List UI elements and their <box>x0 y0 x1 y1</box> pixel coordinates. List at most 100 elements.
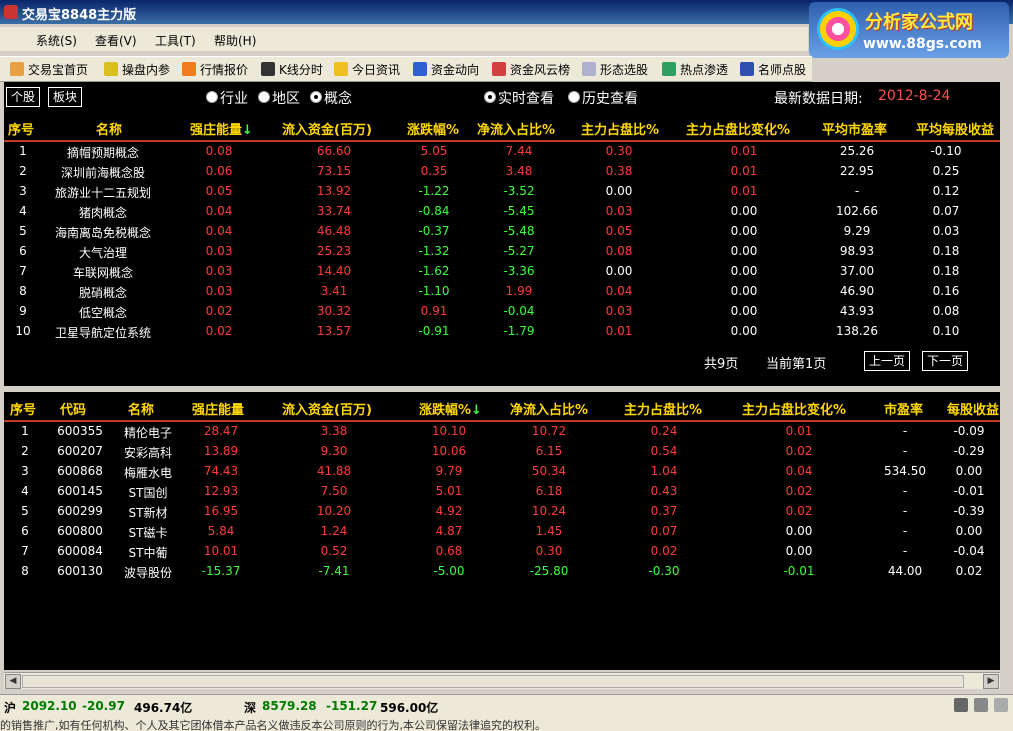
radio-realtime[interactable]: 实时查看 <box>484 88 554 108</box>
menu-view[interactable]: 查看(V) <box>95 32 137 49</box>
menu-tools[interactable]: 工具(T) <box>155 32 196 49</box>
radio-history[interactable]: 历史查看 <box>568 88 638 108</box>
arrows-icon[interactable] <box>994 698 1008 712</box>
table-row[interactable]: 6 600800 ST磁卡 5.84 1.24 4.87 1.45 0.07 0.00 - 0.00 <box>4 522 1000 542</box>
tb-hotspot[interactable]: 热点渗透 <box>662 61 728 79</box>
table-row[interactable]: 2 600207 安彩高科 13.89 9.30 10.06 6.15 0.54 0.02 - -0… <box>4 442 1000 462</box>
radio-industry[interactable]: 行业 <box>206 88 248 108</box>
tb-home-label: 交易宝首页 <box>28 63 89 77</box>
next-page-button[interactable]: 下一页 <box>922 351 969 371</box>
ticker-text: 的销售推广,如有任何机构、个人及其它团体借本产品名义做违反本公司原则的行为,本公… <box>0 719 546 731</box>
col-seq[interactable]: 序号 <box>8 119 34 138</box>
col-eps[interactable]: 每股收益 <box>947 399 999 418</box>
table-row[interactable]: 3 600868 梅雁水电 74.43 41.88 9.79 50.34 1.04 0.04 53… <box>4 462 1000 482</box>
col-avg-eps[interactable]: 平均每股收益 <box>916 119 994 138</box>
table-cell: 0.52 <box>320 544 348 558</box>
table-cell: 13.89 <box>203 444 239 458</box>
table-cell: 0.00 <box>730 264 758 278</box>
table-cell: 33.74 <box>316 204 352 218</box>
col-inflow[interactable]: 流入资金(百万) <box>282 399 372 418</box>
col-seq[interactable]: 序号 <box>10 399 36 418</box>
table-cell: 10.10 <box>431 424 467 438</box>
tb-news-label: 今日资讯 <box>352 63 401 77</box>
col-inflow[interactable]: 流入资金(百万) <box>282 119 372 138</box>
menu-help[interactable]: 帮助(H) <box>214 32 256 49</box>
tb-news[interactable]: 今日资讯 <box>334 61 400 79</box>
table-cell: 50.34 <box>531 464 567 478</box>
radio-history-label: 历史查看 <box>582 91 638 107</box>
table-row[interactable]: 10 卫星导航定位系统 0.02 13.57 -0.91 -1.79 0.01 0.00 138… <box>4 322 1000 342</box>
col-energy[interactable]: 强庄能量↓ <box>190 119 253 138</box>
table-cell: -5.27 <box>503 244 535 258</box>
table-cell: 大气治理 <box>78 246 127 260</box>
table-cell: 30.32 <box>316 304 352 318</box>
radio-concept[interactable]: 概念 <box>310 88 352 108</box>
table-row[interactable]: 6 大气治理 0.03 25.23 -1.32 -5.27 0.08 0.00 98.93 0.1… <box>4 242 1000 262</box>
horizontal-scrollbar[interactable]: ◀ ▶ <box>4 672 1000 689</box>
table-row[interactable]: 1 600355 精伦电子 28.47 3.38 10.10 10.72 0.24 0.01 - -… <box>4 422 1000 442</box>
table-cell: 600868 <box>57 464 103 478</box>
col-name[interactable]: 名称 <box>96 119 122 138</box>
table-row[interactable]: 4 600145 ST国创 12.93 7.50 5.01 6.18 0.43 0.02 - -0.… <box>4 482 1000 502</box>
table-cell: 0.43 <box>650 484 678 498</box>
table-row[interactable]: 5 600299 ST新材 16.95 10.20 4.92 10.24 0.37 0.02 - -… <box>4 502 1000 522</box>
col-code[interactable]: 代码 <box>60 399 86 418</box>
tb-quotes[interactable]: 行情报价 <box>182 61 248 79</box>
table-cell: -0.37 <box>418 224 450 238</box>
table-cell: 74.43 <box>203 464 239 478</box>
col-change[interactable]: 涨跌幅%↓ <box>419 399 482 418</box>
scroll-right-icon[interactable]: ▶ <box>983 674 999 689</box>
radio-region[interactable]: 地区 <box>258 88 300 108</box>
tb-insider[interactable]: 操盘内参 <box>104 61 170 79</box>
sz-index: 8579.28 <box>262 699 317 713</box>
table-cell: 0.00 <box>785 544 813 558</box>
scroll-thumb[interactable] <box>22 675 964 688</box>
table-cell: 5.05 <box>420 144 448 158</box>
table-cell: ST中葡 <box>128 546 168 560</box>
table-cell: 0.00 <box>730 204 758 218</box>
table-row[interactable]: 7 600084 ST中葡 10.01 0.52 0.68 0.30 0.02 0.00 - -0.… <box>4 542 1000 562</box>
table-row[interactable]: 4 猪肉概念 0.04 33.74 -0.84 -5.45 0.03 0.00 102.66 0.… <box>4 202 1000 222</box>
col-net-ratio[interactable]: 净流入占比% <box>477 119 555 138</box>
col-main-ratio[interactable]: 主力占盘比% <box>581 119 659 138</box>
table-cell: 13.92 <box>316 184 352 198</box>
tb-kline[interactable]: K线分时 <box>261 61 323 79</box>
radio-region-label: 地区 <box>272 91 300 107</box>
tb-pattern[interactable]: 形态选股 <box>582 61 648 79</box>
stock-button[interactable]: 个股 <box>6 87 41 107</box>
table-row[interactable]: 7 车联网概念 0.03 14.40 -1.62 -3.36 0.00 0.00 37.00 0.… <box>4 262 1000 282</box>
tb-home[interactable]: 交易宝首页 <box>10 61 88 79</box>
tb-fund-rank[interactable]: 资金风云榜 <box>492 61 570 79</box>
col-main-ratio-change[interactable]: 主力占盘比变化% <box>742 399 846 418</box>
table-row[interactable]: 1 摘帽预期概念 0.08 66.60 5.05 7.44 0.30 0.01 25.26 -0.… <box>4 142 1000 162</box>
col-net-ratio[interactable]: 净流入占比% <box>510 399 588 418</box>
table-cell: 0.02 <box>650 544 678 558</box>
col-pe[interactable]: 市盈率 <box>884 399 923 418</box>
col-change[interactable]: 涨跌幅% <box>407 119 459 138</box>
table-cell: 25.23 <box>316 244 352 258</box>
settings-icon[interactable] <box>974 698 988 712</box>
tb-fund-flow[interactable]: 资金动向 <box>413 61 479 79</box>
col-main-ratio-change[interactable]: 主力占盘比变化% <box>686 119 790 138</box>
network-icon[interactable] <box>954 698 968 712</box>
table-cell: - <box>902 504 908 518</box>
table-cell: 旅游业十二五规划 <box>54 186 151 200</box>
table-row[interactable]: 8 600130 波导股份 -15.37 -7.41 -5.00 -25.80 -0.30 -0… <box>4 562 1000 582</box>
table-row[interactable]: 2 深圳前海概念股 0.06 73.15 0.35 3.48 0.38 0.01 22.95 0.… <box>4 162 1000 182</box>
col-name[interactable]: 名称 <box>128 399 154 418</box>
table-row[interactable]: 8 脱硝概念 0.03 3.41 -1.10 1.99 0.04 0.00 46.90 0.16 <box>4 282 1000 302</box>
panel-splitter[interactable] <box>4 386 1000 392</box>
table-cell: 10.06 <box>431 444 467 458</box>
table-row[interactable]: 3 旅游业十二五规划 0.05 13.92 -1.22 -3.52 0.00 0.01 - 0.1… <box>4 182 1000 202</box>
col-main-ratio[interactable]: 主力占盘比% <box>624 399 702 418</box>
table-row[interactable]: 5 海南离岛免税概念 0.04 46.48 -0.37 -5.48 0.05 0.00 9.29… <box>4 222 1000 242</box>
col-avg-pe[interactable]: 平均市盈率 <box>822 119 887 138</box>
table-cell: 0.03 <box>605 204 633 218</box>
sector-button[interactable]: 板块 <box>48 87 83 107</box>
prev-page-button[interactable]: 上一页 <box>864 351 911 371</box>
menu-system[interactable]: 系统(S) <box>36 32 77 49</box>
table-row[interactable]: 9 低空概念 0.02 30.32 0.91 -0.04 0.03 0.00 43.93 0.08 <box>4 302 1000 322</box>
col-energy[interactable]: 强庄能量 <box>192 399 244 418</box>
scroll-left-icon[interactable]: ◀ <box>5 674 21 689</box>
tb-master[interactable]: 名师点股 <box>740 61 806 79</box>
